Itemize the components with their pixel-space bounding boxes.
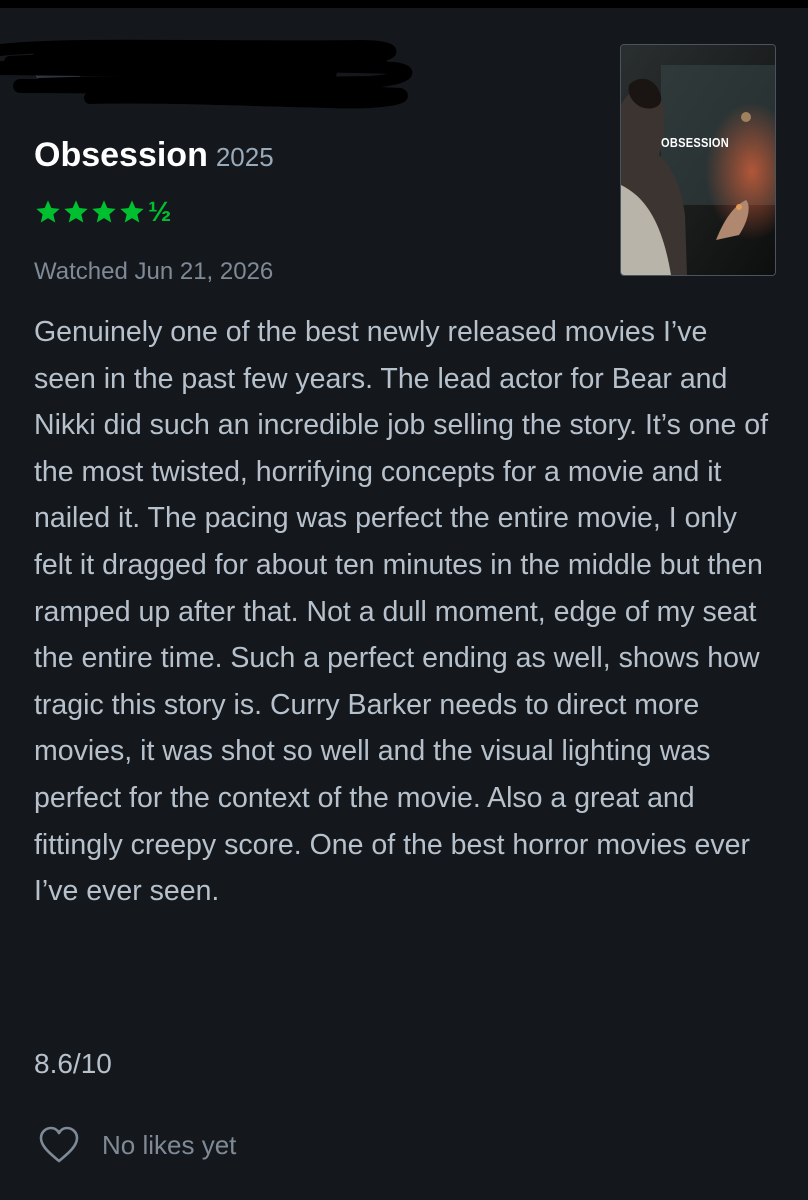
poster-title: OBSESSION — [661, 135, 729, 150]
watched-date: Watched Jun 21, 2026 — [34, 258, 274, 285]
half-star-glyph: ½ — [148, 196, 172, 227]
film-title-row: Obsession 2025 — [34, 136, 274, 175]
likes-label: No likes yet — [102, 1129, 237, 1160]
poster-image — [621, 45, 775, 275]
top-bar — [0, 0, 808, 8]
review-score: 8.6/10 — [34, 1048, 112, 1079]
redaction-scribble — [0, 39, 413, 109]
review-text: Genuinely one of the best newly released… — [34, 316, 769, 908]
likes-row[interactable]: No likes yet — [38, 1126, 236, 1164]
star-icon — [92, 200, 116, 223]
film-year[interactable]: 2025 — [216, 142, 274, 172]
film-title[interactable]: Obsession — [34, 136, 208, 174]
star-icon — [120, 200, 144, 223]
star-icon — [64, 200, 88, 223]
film-poster[interactable]: OBSESSION — [620, 44, 776, 276]
star-rating: ½ — [34, 198, 171, 226]
heart-outline-icon[interactable] — [38, 1126, 80, 1164]
star-icon — [36, 200, 60, 223]
